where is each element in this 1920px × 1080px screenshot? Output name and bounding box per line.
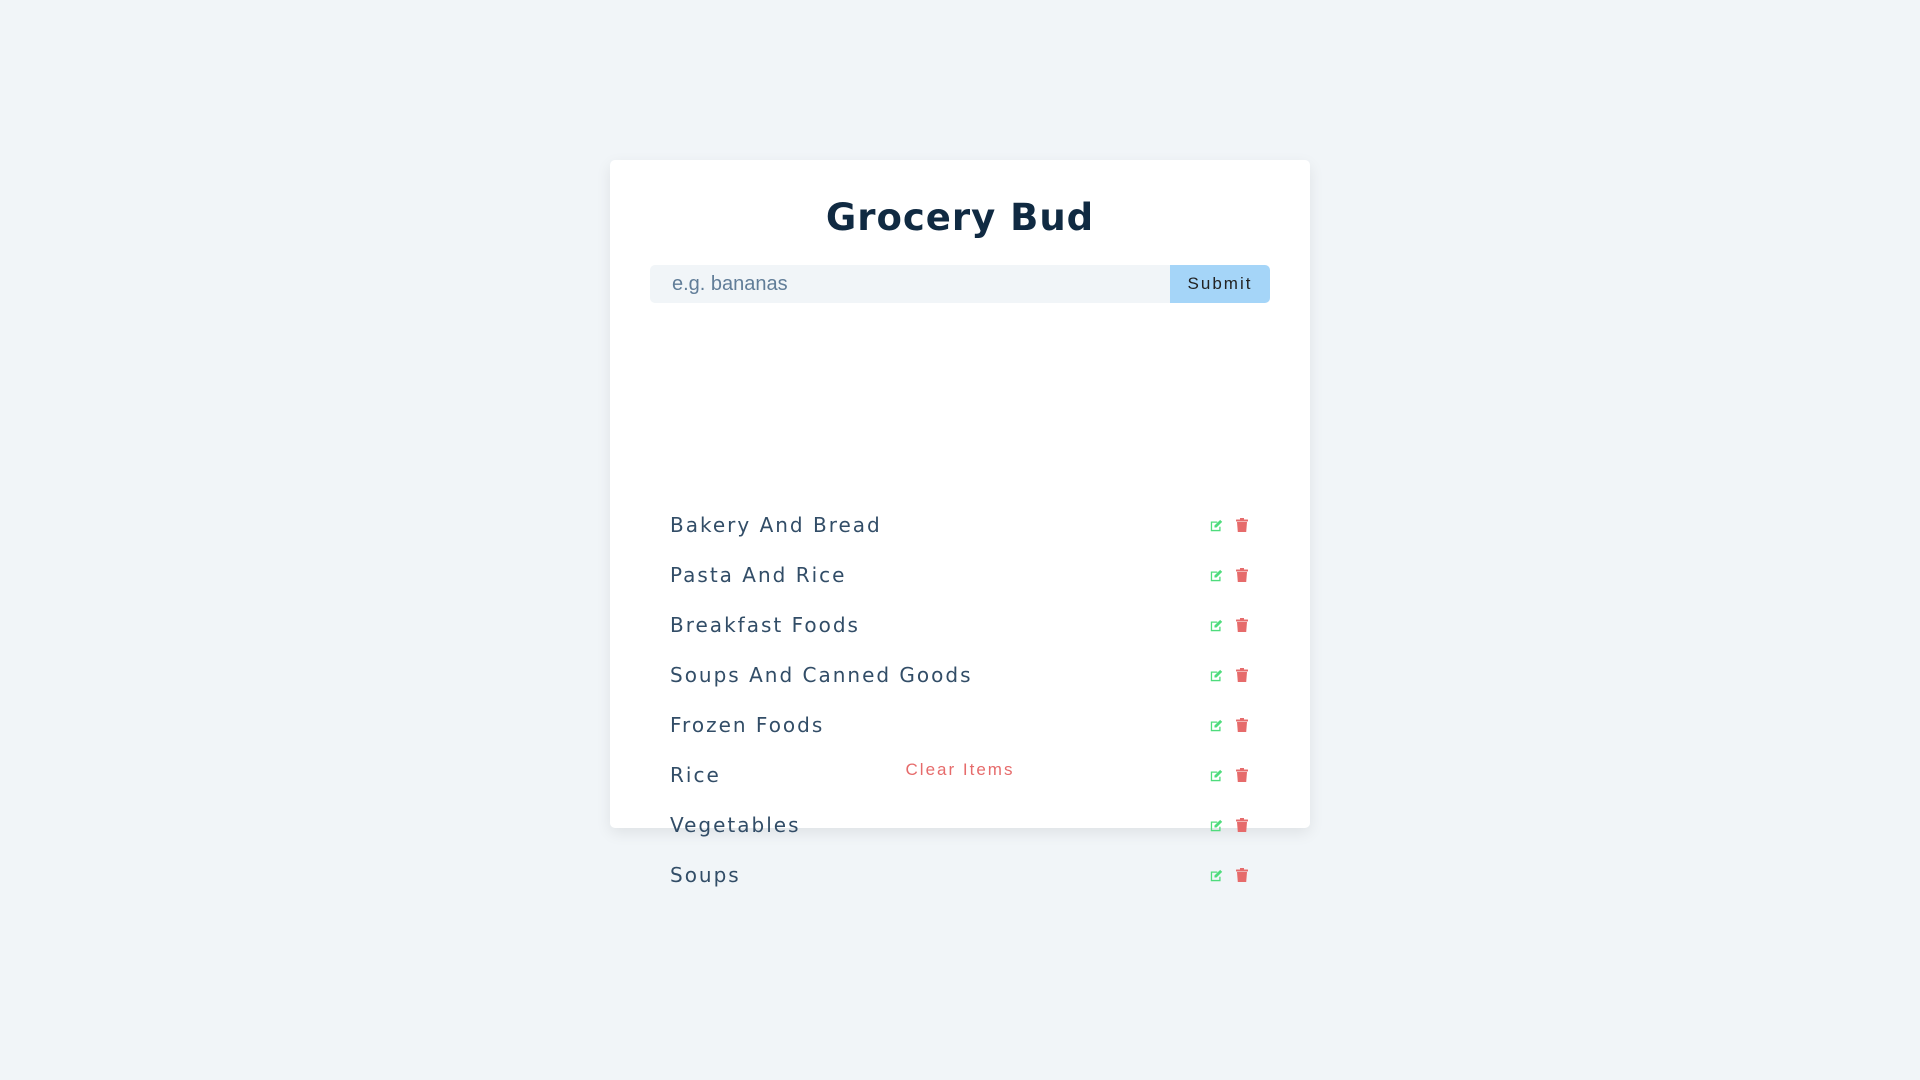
edit-icon[interactable] (1208, 867, 1224, 883)
list-item: Soups And Canned Goods (650, 650, 1270, 700)
trash-icon[interactable] (1234, 617, 1250, 633)
clear-items-button[interactable]: Clear Items (610, 760, 1310, 780)
item-title: Soups And Canned Goods (670, 663, 973, 687)
trash-icon[interactable] (1234, 517, 1250, 533)
item-title: Bakery And Bread (670, 513, 882, 537)
submit-button[interactable]: Submit (1170, 265, 1270, 303)
list-item: Soups (650, 850, 1270, 900)
trash-icon[interactable] (1234, 567, 1250, 583)
item-actions (1208, 617, 1250, 633)
grocery-input[interactable] (650, 265, 1170, 303)
item-title: Breakfast Foods (670, 613, 860, 637)
list-item: Bakery And Bread (650, 500, 1270, 550)
list-item: Frozen Foods (650, 700, 1270, 750)
item-actions (1208, 667, 1250, 683)
edit-icon[interactable] (1208, 817, 1224, 833)
grocery-list: Bakery And Bread Pasta And Rice Breakfas… (650, 500, 1270, 900)
grocery-card: Grocery Bud Submit Bakery And Bread Past… (610, 160, 1310, 887)
list-item: Vegetables (650, 800, 1270, 850)
edit-icon[interactable] (1208, 517, 1224, 533)
trash-icon[interactable] (1234, 667, 1250, 683)
item-actions (1208, 817, 1250, 833)
grocery-form: Submit (650, 265, 1270, 303)
list-item: Breakfast Foods (650, 600, 1270, 650)
edit-icon[interactable] (1208, 667, 1224, 683)
item-title: Soups (670, 863, 741, 887)
list-item: Pasta And Rice (650, 550, 1270, 600)
trash-icon[interactable] (1234, 817, 1250, 833)
item-title: Vegetables (670, 813, 801, 837)
item-actions (1208, 717, 1250, 733)
item-title: Pasta And Rice (670, 563, 847, 587)
edit-icon[interactable] (1208, 567, 1224, 583)
trash-icon[interactable] (1234, 717, 1250, 733)
item-actions (1208, 867, 1250, 883)
edit-icon[interactable] (1208, 617, 1224, 633)
item-actions (1208, 567, 1250, 583)
trash-icon[interactable] (1234, 867, 1250, 883)
item-actions (1208, 517, 1250, 533)
page-title: Grocery Bud (825, 196, 1095, 239)
item-title: Frozen Foods (670, 713, 825, 737)
edit-icon[interactable] (1208, 717, 1224, 733)
